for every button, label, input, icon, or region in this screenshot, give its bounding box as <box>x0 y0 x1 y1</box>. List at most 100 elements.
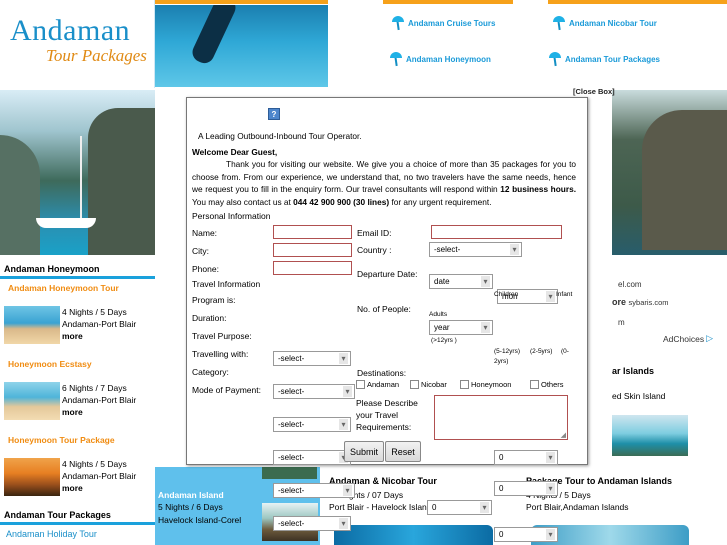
ad-text-line[interactable]: m <box>618 318 625 327</box>
city-input[interactable] <box>273 243 352 257</box>
city-label: City: <box>192 246 209 256</box>
destination-andaman-checkbox[interactable]: Andaman <box>356 380 399 389</box>
bottom-package-photo[interactable] <box>334 525 493 545</box>
infant-age-note-2: (0- <box>561 348 569 355</box>
intro-bold-phone: 044 42 900 900 (30 lines) <box>293 196 390 207</box>
package-route: Andaman-Port Blair <box>62 471 137 481</box>
more-link[interactable]: more <box>62 482 136 494</box>
sidebar-heading-honeymoon: Andaman Honeymoon <box>0 262 155 279</box>
header-accent-bar <box>155 0 328 4</box>
package-card[interactable]: 6 Nights / 7 Days Andaman-Port Blair mor… <box>4 382 136 420</box>
right-package-title[interactable]: ar Islands <box>612 366 654 376</box>
nav-link-tour-packages[interactable]: Andaman Tour Packages <box>549 52 660 66</box>
infant-label: Infant <box>556 291 573 298</box>
payment-select[interactable]: -select- <box>273 516 351 531</box>
infant-count-select[interactable]: 0 <box>494 481 558 496</box>
destination-honeymoon-checkbox[interactable]: Honeymoon <box>460 380 511 389</box>
destination-others-checkbox[interactable]: Others <box>530 380 564 389</box>
help-icon[interactable]: ? <box>268 108 280 120</box>
date-select[interactable]: date <box>429 274 493 289</box>
package-thumbnail[interactable] <box>4 306 60 344</box>
package-card[interactable]: 4 Nights / 5 Days Andaman-Port Blair mor… <box>4 458 136 496</box>
nav-link-label: Andaman Cruise Tours <box>408 18 496 28</box>
category-select[interactable]: -select- <box>273 483 355 498</box>
requirements-textarea[interactable]: ◢ <box>434 395 568 440</box>
name-input[interactable] <box>273 225 352 239</box>
name-label: Name: <box>192 228 218 238</box>
purpose-select[interactable]: -select- <box>273 417 351 432</box>
email-input[interactable] <box>431 225 562 239</box>
people-label: No. of People: <box>357 304 411 314</box>
nav-link-honeymoon[interactable]: Andaman Honeymoon <box>390 52 491 66</box>
nav-link-cruise-tours[interactable]: Andaman Cruise Tours <box>392 16 495 30</box>
bottom-package-route: Port Blair - Havelock Island <box>329 502 432 512</box>
children-label: Children <box>494 291 519 298</box>
more-link[interactable]: more <box>62 406 136 418</box>
package-thumbnail[interactable] <box>262 467 317 479</box>
featured-package-route: Havelock Island-Corel <box>158 515 242 525</box>
children-count-select[interactable]: 0 <box>494 450 558 465</box>
adults-label: Adults <box>429 311 448 318</box>
package-route: Andaman-Port Blair <box>62 319 137 329</box>
sailboat-lagoon-photo <box>0 90 155 255</box>
ad-text-bold: ore <box>612 297 627 307</box>
header-accent-bar <box>383 0 513 4</box>
header-accent-bar <box>548 0 727 4</box>
popup-intro-paragraph: Thank you for visiting our website. We g… <box>192 158 576 208</box>
featured-package-duration: 5 Nights / 6 Days <box>158 502 223 512</box>
nav-link-nicobar-tour[interactable]: Andaman Nicobar Tour <box>553 16 657 30</box>
checkbox-label: Honeymoon <box>471 380 512 389</box>
nav-link-label: Andaman Tour Packages <box>565 54 660 64</box>
site-logo[interactable]: Andaman Tour Packages <box>0 0 155 88</box>
infant-small-count-select[interactable]: 0 <box>494 527 558 542</box>
program-label: Program is: <box>192 295 236 305</box>
logo-text-main: Andaman <box>10 14 131 47</box>
island-thumbnail[interactable] <box>612 415 688 456</box>
departure-label: Departure Date: <box>357 269 418 279</box>
checkbox-label: Others <box>541 380 564 389</box>
reset-button[interactable]: Reset <box>385 441 421 462</box>
phone-input[interactable] <box>273 261 352 275</box>
sidebar-heading-tour-packages: Andaman Tour Packages <box>0 508 155 525</box>
package-title-link[interactable]: Honeymoon Tour Package <box>2 433 121 447</box>
travelling-with-label: Travelling with: <box>192 349 249 359</box>
travelling-with-select[interactable]: -select- <box>273 450 351 465</box>
ad-text-line[interactable]: el.com <box>618 280 642 289</box>
phone-label: Phone: <box>192 264 219 274</box>
package-title-link[interactable]: Andaman Honeymoon Tour <box>2 281 125 295</box>
checkbox-box[interactable] <box>460 380 469 389</box>
package-thumbnail[interactable] <box>4 458 60 496</box>
package-title-link[interactable]: Honeymoon Ecstasy <box>2 357 98 371</box>
country-select[interactable]: -select- <box>429 242 522 257</box>
infant-age-note: (2-5yrs) <box>530 348 553 355</box>
adults-count-select[interactable]: 0 <box>427 500 492 515</box>
country-label: Country : <box>357 245 392 255</box>
package-card[interactable]: 4 Nights / 5 Days Andaman-Port Blair mor… <box>4 306 136 344</box>
checkbox-label: Nicobar <box>421 380 447 389</box>
close-box-link[interactable]: [Close Box] <box>573 87 615 96</box>
package-route: Andaman-Port Blair <box>62 395 137 405</box>
duration-select[interactable]: -select- <box>273 384 355 399</box>
checkbox-box[interactable] <box>356 380 365 389</box>
package-thumbnail[interactable] <box>4 382 60 420</box>
resize-grip-icon[interactable]: ◢ <box>561 431 566 439</box>
year-select[interactable]: year <box>429 320 493 335</box>
children-age-note: (5-12yrs) <box>494 348 521 355</box>
intro-bold-hours: 12 business hours. <box>500 184 577 194</box>
destination-nicobar-checkbox[interactable]: Nicobar <box>410 380 447 389</box>
program-select[interactable]: -select- <box>273 351 351 366</box>
section-personal-info: Personal Information <box>192 211 271 221</box>
adchoices-link[interactable]: AdChoices ▷ <box>663 333 713 344</box>
duration-label: Duration: <box>192 313 227 323</box>
bottom-package-route: Port Blair,Andaman Islands <box>526 502 629 512</box>
adchoices-label: AdChoices <box>663 333 705 344</box>
ad-text-line[interactable]: ore sybaris.com <box>612 297 669 307</box>
holiday-tour-link[interactable]: Andaman Holiday Tour <box>6 529 97 539</box>
more-link[interactable]: more <box>62 330 136 342</box>
adults-age-note: (>12yrs ) <box>431 337 457 344</box>
submit-button[interactable]: Submit <box>344 441 384 462</box>
featured-package-title[interactable]: Andaman Island <box>158 490 224 500</box>
checkbox-box[interactable] <box>530 380 539 389</box>
checkbox-box[interactable] <box>410 380 419 389</box>
popup-welcome: Welcome Dear Guest, <box>192 147 278 157</box>
